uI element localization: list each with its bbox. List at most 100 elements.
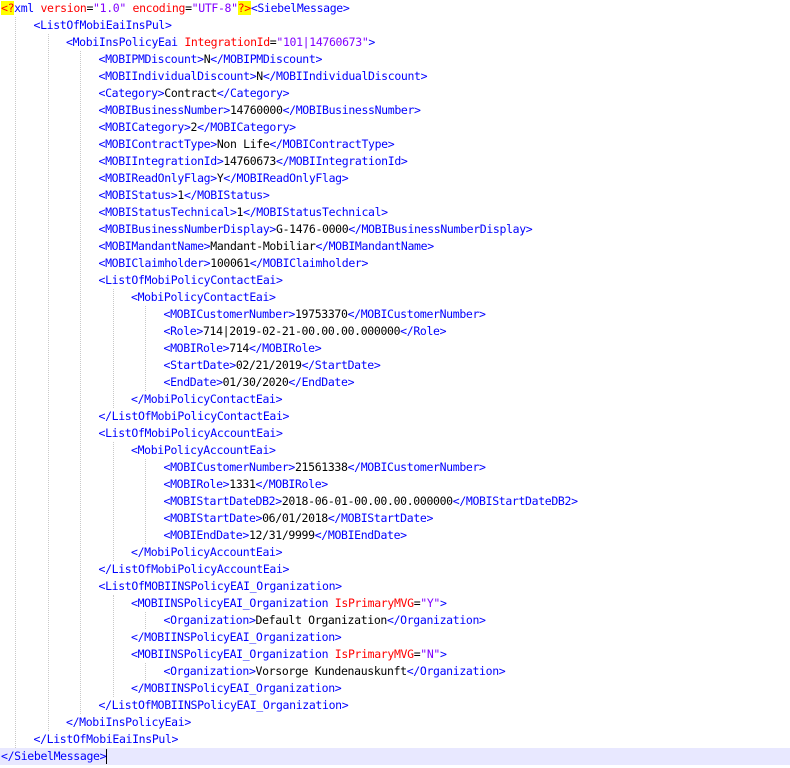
xml-text-value: 01/30/2020: [222, 375, 289, 389]
editor-line[interactable]: <Role>714|2019-02-21-00.00.00.000000</Ro…: [0, 323, 790, 340]
xml-tag: <ListOfMobiPolicyAccountEai>: [98, 426, 283, 440]
xml-tag: </MOBIStatus>: [183, 188, 270, 202]
editor-line[interactable]: <MOBIReadOnlyFlag>Y</MOBIReadOnlyFlag>: [0, 170, 790, 187]
xml-tag: >: [440, 647, 447, 661]
editor-line[interactable]: <MOBICategory>2</MOBICategory>: [0, 119, 790, 136]
editor-line[interactable]: <ListOfMobiPolicyContactEai>: [0, 272, 790, 289]
indent-guide: [112, 595, 114, 697]
editor-line[interactable]: <MOBIStartDate>06/01/2018</MOBIStartDate…: [0, 510, 790, 527]
xml-attribute-value: "N": [420, 647, 440, 661]
xml-tag: <ListOfMobiEaiInsPul>: [33, 18, 172, 32]
xml-tag: </MOBIClaimholder>: [249, 256, 369, 270]
editor-line[interactable]: </SiebelMessage>: [0, 748, 790, 765]
xml-text-value: =: [185, 1, 192, 15]
xml-tag: </Category>: [216, 86, 290, 100]
xml-attribute-name: encoding: [125, 1, 186, 15]
editor-line[interactable]: <MOBICustomerNumber>19753370</MOBICustom…: [0, 306, 790, 323]
indent-guide: [112, 289, 114, 408]
editor-line[interactable]: <EndDate>01/30/2020</EndDate>: [0, 374, 790, 391]
editor-line[interactable]: <?xml version="1.0" encoding="UTF-8"?><S…: [0, 0, 790, 17]
xml-declaration-marker: ?>: [237, 1, 251, 15]
xml-text-value: 14760000: [229, 103, 283, 117]
xml-tag: </Organization>: [406, 664, 506, 678]
xml-tag: <MOBIINSPolicyEAI_Organization: [131, 596, 335, 610]
xml-tag: </MOBIPMDiscount>: [210, 52, 323, 66]
editor-line[interactable]: <MOBIIndividualDiscount>N</MOBIIndividua…: [0, 68, 790, 85]
xml-text-value: Mandant-Mobiliar: [210, 239, 316, 253]
editor-line[interactable]: <MOBIPMDiscount>N</MOBIPMDiscount>: [0, 51, 790, 68]
editor-line[interactable]: <MOBIBusinessNumberDisplay>G-1476-0000</…: [0, 221, 790, 238]
editor-line[interactable]: <MOBIRole>714</MOBIRole>: [0, 340, 790, 357]
xml-tag: </MOBIBusinessNumberDisplay>: [348, 222, 533, 236]
editor-line[interactable]: <StartDate>02/21/2019</StartDate>: [0, 357, 790, 374]
xml-text-value: 100061: [210, 256, 250, 270]
xml-tag: <MOBIReadOnlyFlag>: [98, 171, 218, 185]
editor-line[interactable]: <MOBIMandantName>Mandant-Mobiliar</MOBIM…: [0, 238, 790, 255]
editor-line[interactable]: </MobiPolicyAccountEai>: [0, 544, 790, 561]
xml-text-value: Default Organization: [255, 613, 388, 627]
xml-attribute-name: version: [40, 1, 87, 15]
editor-line[interactable]: <MOBIStartDateDB2>2018-06-01-00.00.00.00…: [0, 493, 790, 510]
xml-tag: </MobiInsPolicyEai>: [66, 715, 191, 729]
editor-line[interactable]: <Category>Contract</Category>: [0, 85, 790, 102]
xml-attribute-value: "Y": [420, 596, 440, 610]
editor-line[interactable]: <MOBIClaimholder>100061</MOBIClaimholder…: [0, 255, 790, 272]
indent-guide: [15, 17, 16, 748]
xml-editor[interactable]: <?xml version="1.0" encoding="UTF-8"?><S…: [0, 0, 790, 768]
xml-tag: <SiebelMessage>: [250, 1, 350, 15]
indent-guide: [80, 51, 81, 714]
editor-line[interactable]: <MOBIEndDate>12/31/9999</MOBIEndDate>: [0, 527, 790, 544]
editor-line[interactable]: </ListOfMOBIINSPolicyEAI_Organization>: [0, 697, 790, 714]
xml-tag: <MOBIIntegrationId>: [98, 154, 224, 168]
xml-text-value: 12/31/9999: [248, 528, 315, 542]
editor-line[interactable]: <MOBICustomerNumber>21561338</MOBICustom…: [0, 459, 790, 476]
editor-line[interactable]: </MOBIINSPolicyEAI_Organization>: [0, 680, 790, 697]
xml-text-value: 02/21/2019: [235, 358, 302, 372]
xml-text-value: 21561338: [294, 460, 348, 474]
xml-tag: </MOBIINSPolicyEAI_Organization>: [131, 681, 342, 695]
editor-line[interactable]: <MOBIRole>1331</MOBIRole>: [0, 476, 790, 493]
editor-line[interactable]: <MOBIStatus>1</MOBIStatus>: [0, 187, 790, 204]
xml-tag: <MobiInsPolicyEai: [66, 35, 185, 49]
editor-line[interactable]: <ListOfMobiEaiInsPul>: [0, 17, 790, 34]
xml-text-value: Vorsorge Kundenauskunft: [255, 664, 408, 678]
xml-tag: <Organization>: [163, 613, 256, 627]
editor-line[interactable]: <MobiPolicyAccountEai>: [0, 442, 790, 459]
xml-attribute-value: "101|14760673": [276, 35, 369, 49]
xml-tag: </MOBICustomerNumber>: [347, 307, 486, 321]
xml-text-value: 06/01/2018: [262, 511, 328, 525]
xml-tag: <Category>: [98, 86, 165, 100]
editor-line[interactable]: <ListOfMobiPolicyAccountEai>: [0, 425, 790, 442]
editor-line[interactable]: <Organization>Default Organization</Orga…: [0, 612, 790, 629]
xml-text-value: 14760673: [223, 154, 276, 168]
xml-text-value: G-1476-0000: [276, 222, 349, 236]
editor-line[interactable]: </MOBIINSPolicyEAI_Organization>: [0, 629, 790, 646]
editor-line[interactable]: <MOBIStatusTechnical>1</MOBIStatusTechni…: [0, 204, 790, 221]
xml-tag: <MOBIPMDiscount>: [98, 52, 205, 66]
editor-line[interactable]: <ListOfMOBIINSPolicyEAI_Organization>: [0, 578, 790, 595]
editor-line[interactable]: <MOBIIntegrationId>14760673</MOBIIntegra…: [0, 153, 790, 170]
xml-tag: </MOBIINSPolicyEAI_Organization>: [131, 630, 342, 644]
editor-line[interactable]: <MobiInsPolicyEai IntegrationId="101|147…: [0, 34, 790, 51]
editor-line[interactable]: <MOBIINSPolicyEAI_Organization IsPrimary…: [0, 646, 790, 663]
xml-text-value: 2018-06-01-00.00.00.000000: [281, 494, 453, 508]
editor-line[interactable]: </ListOfMobiPolicyAccountEai>: [0, 561, 790, 578]
indent-guide: [47, 34, 49, 731]
editor-line[interactable]: </ListOfMobiPolicyContactEai>: [0, 408, 790, 425]
editor-line[interactable]: <Organization>Vorsorge Kundenauskunft</O…: [0, 663, 790, 680]
xml-tag: </Role>: [400, 324, 447, 338]
editor-line[interactable]: </MobiInsPolicyEai>: [0, 714, 790, 731]
xml-tag: </StartDate>: [301, 358, 381, 372]
editor-line[interactable]: </ListOfMobiEaiInsPul>: [0, 731, 790, 748]
xml-text-value: 19753370: [294, 307, 348, 321]
editor-line[interactable]: <MOBIContractType>Non Life</MOBIContract…: [0, 136, 790, 153]
xml-tag: </ListOfMobiPolicyContactEai>: [98, 409, 290, 423]
editor-line[interactable]: </MobiPolicyContactEai>: [0, 391, 790, 408]
xml-declaration-marker: <?: [1, 1, 15, 15]
editor-line[interactable]: <MobiPolicyContactEai>: [0, 289, 790, 306]
editor-line[interactable]: <MOBIBusinessNumber>14760000</MOBIBusine…: [0, 102, 790, 119]
editor-line[interactable]: <MOBIINSPolicyEAI_Organization IsPrimary…: [0, 595, 790, 612]
xml-tag: <MOBICategory>: [98, 120, 191, 134]
xml-tag: >: [368, 35, 375, 49]
xml-tag: </MOBIRole>: [248, 341, 322, 355]
